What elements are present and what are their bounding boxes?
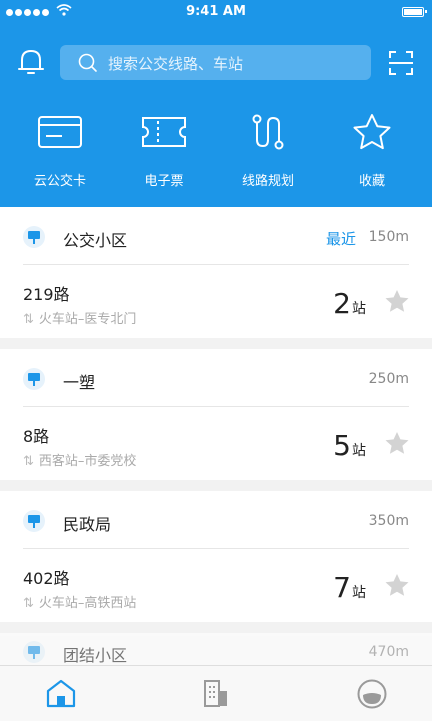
stop-name: 民政局: [63, 515, 112, 534]
route-direction: ⇅ 火车站–高铁西站: [23, 592, 136, 611]
quick-favorites-label: 收藏: [358, 174, 385, 189]
bus-stop-icon: [23, 368, 45, 390]
search-icon: [78, 53, 97, 72]
star-icon: [353, 114, 391, 150]
building-icon[interactable]: [201, 678, 231, 708]
header: 9:41 AM 搜索公交线路、车站 云公交卡 电子票 线路规划 收藏: [0, 0, 432, 207]
favorite-star-icon[interactable]: [384, 289, 410, 314]
direction-icon: ⇅: [23, 312, 34, 327]
route-number: 8路: [23, 427, 50, 446]
stops-away: 5站: [333, 429, 366, 462]
route-number: 219路: [23, 285, 70, 304]
stops-away-number: 2: [333, 287, 351, 320]
stop-distance: 150m: [368, 229, 409, 245]
face-icon[interactable]: [356, 678, 388, 710]
ticket-icon: [142, 117, 186, 147]
battery-icon: [402, 7, 427, 17]
card-icon: [38, 116, 82, 148]
route-direction: ⇅ 西客站–市委党校: [23, 450, 136, 469]
favorite-star-icon[interactable]: [384, 431, 410, 456]
bus-stop-icon: [23, 226, 45, 248]
stop-name: 团结小区: [63, 646, 128, 665]
route-direction: ⇅ 火车站–医专北门: [23, 308, 136, 327]
stops-away-number: 5: [333, 429, 351, 462]
stops-away-unit: 站: [352, 443, 366, 459]
stop-name: 公交小区: [63, 231, 128, 250]
favorite-star-icon[interactable]: [384, 573, 410, 598]
divider: [23, 548, 409, 549]
stops-away-unit: 站: [352, 585, 366, 601]
stop-card[interactable]: 一塑 250m 8路 ⇅ 西客站–市委党校 5站: [0, 349, 432, 480]
bus-stop-icon: [23, 641, 45, 663]
quick-card-label: 云公交卡: [33, 174, 86, 189]
stops-away: 7站: [333, 571, 366, 604]
scan-icon[interactable]: [388, 50, 414, 76]
stop-card[interactable]: 民政局 350m 402路 ⇅ 火车站–高铁西站 7站: [0, 491, 432, 622]
quick-favorites[interactable]: 收藏: [327, 112, 417, 189]
route-direction-text: 火车站–医专北门: [38, 312, 137, 327]
stop-distance: 350m: [368, 513, 409, 529]
bell-icon[interactable]: [17, 47, 45, 77]
quick-ticket-label: 电子票: [144, 174, 184, 189]
stop-name: 一塑: [63, 373, 96, 392]
tab-bar: [0, 665, 432, 721]
status-bar: 9:41 AM: [0, 0, 432, 24]
direction-icon: ⇅: [23, 596, 34, 611]
stops-away-unit: 站: [352, 301, 366, 317]
divider: [23, 406, 409, 407]
home-icon[interactable]: [45, 678, 77, 708]
route-number: 402路: [23, 569, 70, 588]
route-direction-text: 西客站–市委党校: [38, 454, 137, 469]
bus-stop-icon: [23, 510, 45, 532]
route-icon: [252, 114, 284, 150]
quick-route-plan-label: 线路规划: [241, 174, 294, 189]
quick-route-plan[interactable]: 线路规划: [223, 112, 313, 189]
stop-card[interactable]: 公交小区 最近 150m 219路 ⇅ 火车站–医专北门 2站: [0, 207, 432, 338]
stop-distance: 250m: [368, 371, 409, 387]
divider: [23, 264, 409, 265]
nearest-tag: 最近: [325, 230, 356, 248]
stops-away: 2站: [333, 287, 366, 320]
stop-distance: 470m: [368, 644, 409, 660]
stops-away-number: 7: [333, 571, 351, 604]
search-input[interactable]: 搜索公交线路、车站: [60, 45, 371, 80]
direction-icon: ⇅: [23, 454, 34, 469]
quick-ticket[interactable]: 电子票: [119, 112, 209, 189]
status-time: 9:41 AM: [186, 4, 246, 19]
route-direction-text: 火车站–高铁西站: [38, 596, 137, 611]
quick-card[interactable]: 云公交卡: [15, 112, 105, 189]
search-placeholder: 搜索公交线路、车站: [108, 55, 244, 73]
